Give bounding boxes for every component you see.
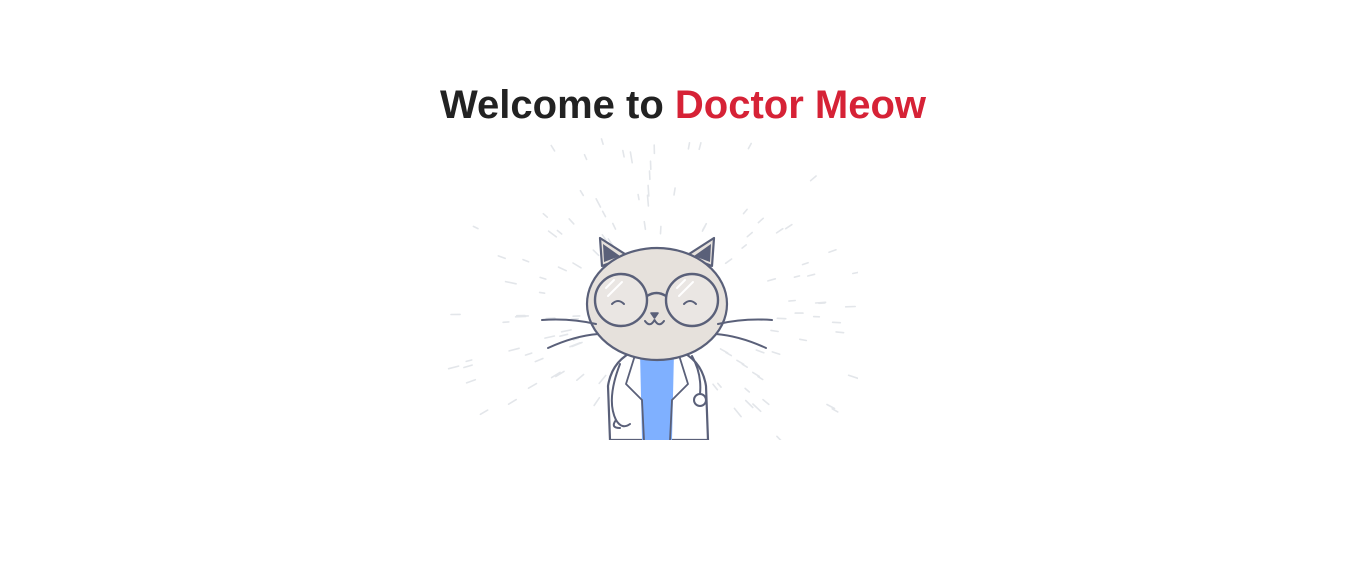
title-prefix: Welcome to	[440, 83, 675, 127]
doctor-cat-icon	[447, 138, 858, 440]
page-title: Welcome to Doctor Meow	[0, 81, 1350, 129]
welcome-page: Welcome to Doctor Meow	[0, 0, 1350, 565]
brand-name: Doctor Meow	[674, 83, 926, 127]
